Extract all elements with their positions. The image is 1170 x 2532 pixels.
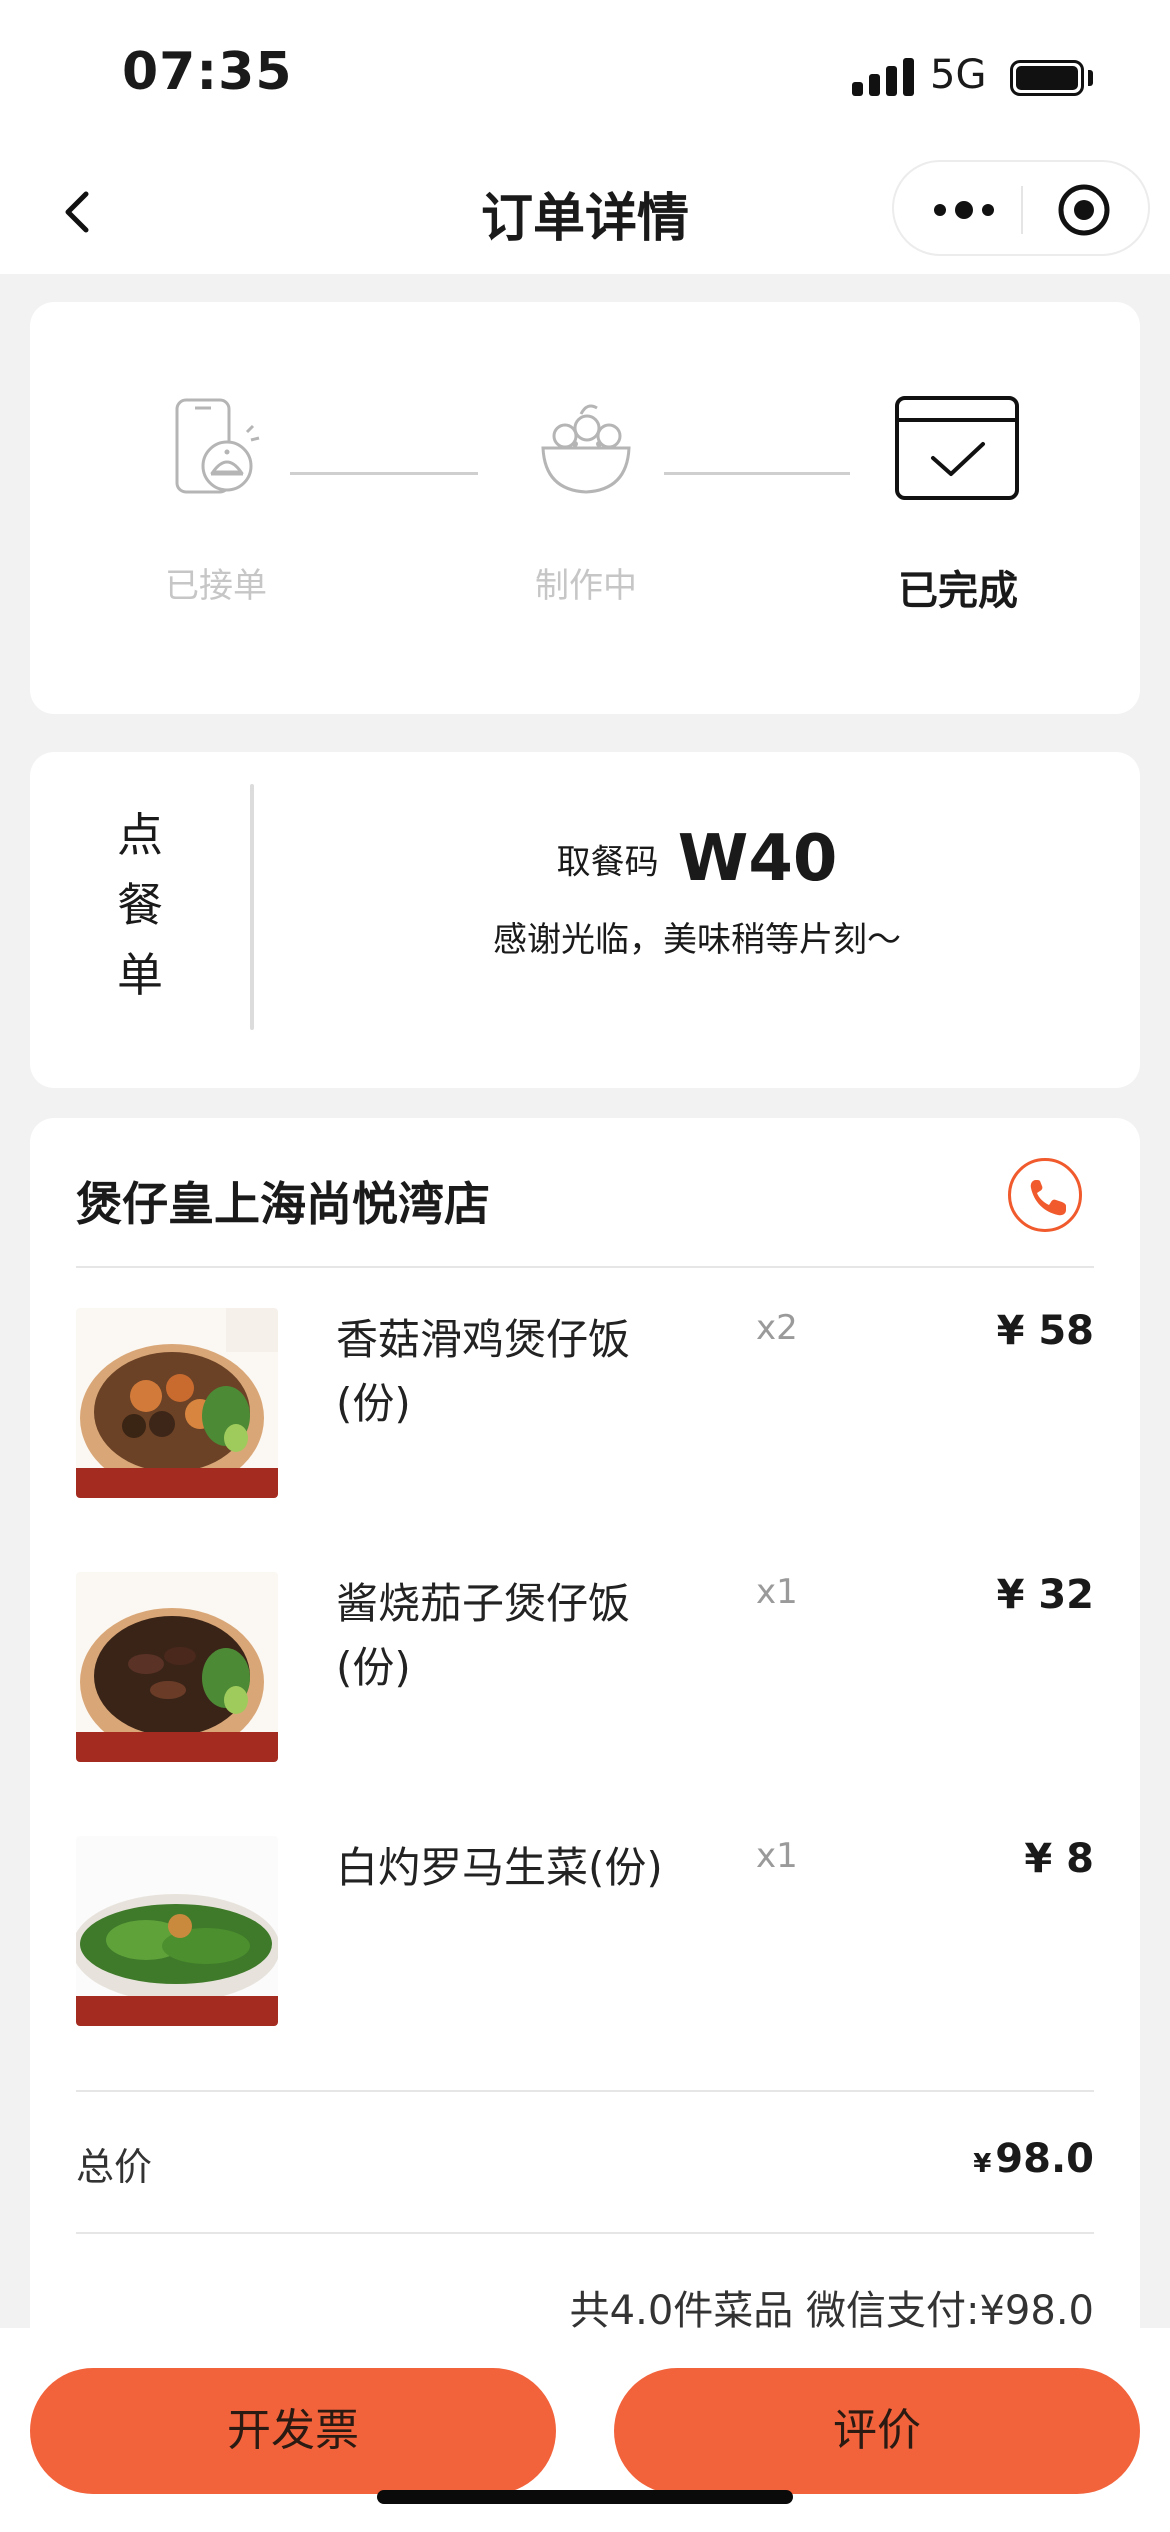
target-close-icon — [1058, 184, 1110, 236]
pickup-code-line: 取餐码 W40 — [254, 822, 1140, 896]
invoice-button[interactable]: 开发票 — [30, 2368, 556, 2494]
order-progress-card: 已接单 制作中 已完成 — [30, 302, 1140, 714]
call-store-button[interactable] — [1008, 1158, 1082, 1232]
step-connector — [290, 472, 478, 475]
order-side-label: 点 餐 单 — [110, 800, 170, 1010]
battery-icon — [1010, 60, 1084, 96]
item-name: 香菇滑鸡煲仔饭(份) — [336, 1315, 631, 1428]
order-side-char: 单 — [117, 948, 163, 1002]
signal-icon — [852, 58, 914, 96]
order-side-char: 点 — [117, 808, 163, 862]
order-item: 酱烧茄子煲仔饭(份) x1 ¥ 32 — [76, 1572, 1094, 1772]
dish-image-lettuce — [76, 1836, 278, 2026]
order-items-card: 煲仔皇上海尚悦湾店 香菇滑鸡煲仔饭(份) x2 ¥ 58 酱烧茄子煲仔饭(份) … — [30, 1118, 1140, 2532]
total-amount: 98.0 — [995, 2136, 1094, 2182]
salad-bowl-icon — [541, 404, 631, 494]
divider — [76, 1266, 1094, 1268]
more-dots-icon — [934, 201, 994, 219]
network-label: 5G — [930, 52, 987, 98]
item-quantity: x1 — [756, 1572, 798, 1612]
step-accepted: 已接单 — [116, 392, 316, 607]
item-quantity: x1 — [756, 1836, 798, 1876]
step-label: 已完成 — [898, 568, 1018, 614]
store-name: 煲仔皇上海尚悦湾店 — [76, 1177, 490, 1231]
item-price: ¥ 32 — [996, 1572, 1094, 1618]
step-label: 制作中 — [535, 566, 637, 606]
battery-cap — [1088, 70, 1093, 86]
capsule-divider — [1021, 186, 1023, 234]
item-price: ¥ 58 — [996, 1308, 1094, 1354]
pickup-code-label: 取餐码 — [556, 842, 659, 883]
divider — [76, 2232, 1094, 2234]
nav-bar: 订单详情 — [0, 150, 1170, 274]
dish-image-chicken-mushroom — [76, 1308, 278, 1498]
pickup-code-card: 点 餐 单 取餐码 W40 感谢光临，美味稍等片刻～ — [30, 752, 1140, 1088]
total-price: ¥98.0 — [973, 2136, 1094, 2182]
order-side-char: 餐 — [117, 878, 163, 932]
home-indicator — [377, 2490, 793, 2504]
dish-image-eggplant — [76, 1572, 278, 1762]
currency-symbol: ¥ — [973, 2149, 992, 2179]
phone-icon — [1030, 1180, 1066, 1216]
vertical-divider — [250, 784, 254, 1030]
order-item: 白灼罗马生菜(份) x1 ¥ 8 — [76, 1836, 1094, 2036]
status-bar: 07:35 5G — [0, 0, 1170, 150]
completed-box-icon — [895, 396, 1019, 500]
status-time: 07:35 — [122, 42, 293, 102]
item-quantity: x2 — [756, 1308, 798, 1348]
item-price: ¥ 8 — [1024, 1836, 1094, 1882]
mini-program-capsule — [892, 160, 1150, 256]
divider — [76, 2090, 1094, 2092]
close-mini-program-button[interactable] — [1044, 180, 1124, 240]
total-label: 总价 — [76, 2145, 153, 2189]
item-name: 酱烧茄子煲仔饭(份) — [336, 1579, 631, 1692]
more-button[interactable] — [924, 180, 1004, 240]
item-name: 白灼罗马生菜(份) — [336, 1843, 663, 1892]
step-cooking: 制作中 — [486, 392, 686, 607]
pickup-code: W40 — [677, 822, 838, 896]
order-item: 香菇滑鸡煲仔饭(份) x2 ¥ 58 — [76, 1308, 1094, 1508]
step-label: 已接单 — [165, 566, 267, 606]
review-button[interactable]: 评价 — [614, 2368, 1140, 2494]
step-connector — [664, 472, 850, 475]
thanks-message: 感谢光临，美味稍等片刻～ — [493, 920, 901, 960]
step-completed: 已完成 — [858, 392, 1058, 616]
phone-order-icon — [175, 398, 260, 494]
